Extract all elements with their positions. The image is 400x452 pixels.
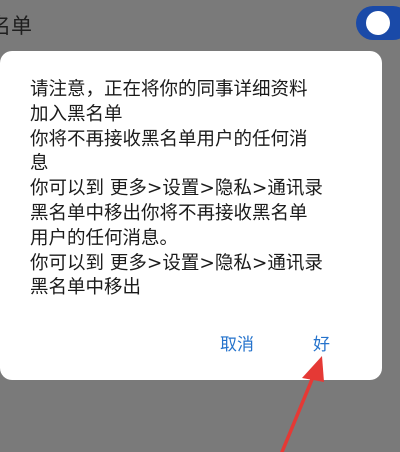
blacklist-setting-label: 名单 xyxy=(0,14,32,38)
ok-button[interactable]: 好 xyxy=(307,331,336,359)
toggle-knob xyxy=(366,11,390,35)
cancel-button[interactable]: 取消 xyxy=(214,331,260,359)
confirm-dialog: 请注意，正在将你的同事详细资料 加入黑名单 你将不再接收黑名单用户的任何消 息 … xyxy=(0,51,382,380)
dialog-message: 请注意，正在将你的同事详细资料 加入黑名单 你将不再接收黑名单用户的任何消 息 … xyxy=(30,79,323,299)
background-setting-row: 名单 xyxy=(0,0,400,52)
blacklist-toggle[interactable] xyxy=(356,6,400,40)
